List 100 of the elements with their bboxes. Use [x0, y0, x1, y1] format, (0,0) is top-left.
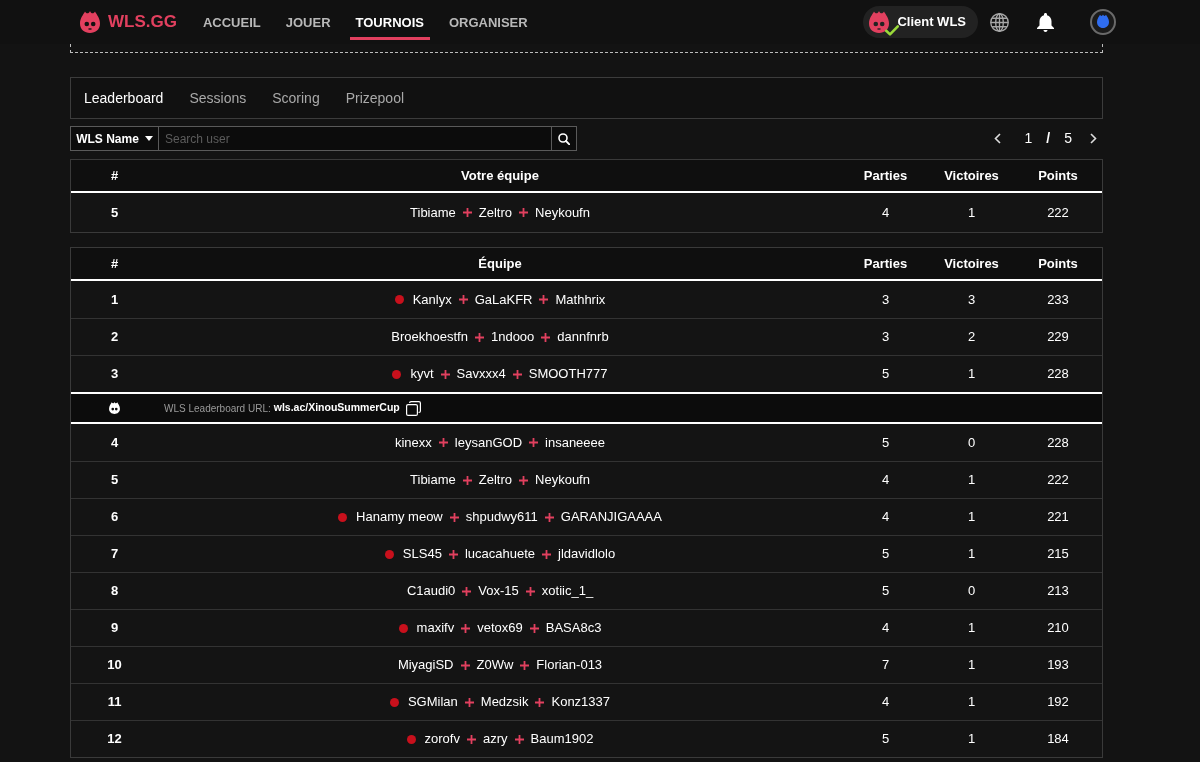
plus-icon [542, 549, 552, 559]
player-name: 1ndooo [490, 328, 535, 347]
player-name: Neykoufn [535, 203, 590, 222]
plus-icon [519, 475, 529, 485]
plus-icon [539, 295, 549, 304]
player-name: Baum1902 [530, 730, 594, 749]
column-header: Parties [863, 254, 908, 273]
wins-count: 1 [967, 545, 976, 564]
player-name: Medzsik [480, 693, 529, 712]
plus-icon [525, 586, 535, 596]
games-count: 3 [881, 328, 890, 347]
games-count: 4 [881, 619, 890, 638]
globe-icon[interactable] [990, 12, 1009, 32]
player-name: vetox69 [477, 619, 523, 638]
points-value: 193 [1047, 656, 1069, 675]
nav-link[interactable]: ACCUEIL [196, 9, 267, 40]
wins-count: 2 [967, 328, 976, 347]
games-count: 5 [881, 582, 890, 601]
tab[interactable]: Leaderboard [84, 87, 164, 109]
games-count: 5 [881, 730, 890, 749]
client-button[interactable]: Client WLS [863, 6, 978, 38]
wins-count: 1 [967, 656, 976, 675]
player-name: kinexx [394, 433, 432, 452]
games-count: 5 [881, 545, 890, 564]
nav-link[interactable]: TOURNOIS [349, 9, 430, 40]
player-name: SMOOTH777 [528, 365, 608, 384]
games-count: 4 [881, 693, 890, 712]
copy-icon [405, 400, 421, 416]
player-name: Tibiame [410, 203, 456, 222]
games-count: 4 [881, 508, 890, 527]
wins-count: 1 [967, 471, 976, 490]
chevron-right-icon [1090, 133, 1097, 144]
nav-link[interactable]: JOUER [279, 9, 337, 40]
avatar-icon[interactable] [1090, 9, 1116, 35]
bell-icon[interactable] [1037, 12, 1054, 32]
wins-count: 3 [967, 290, 976, 309]
search-button[interactable] [552, 126, 577, 151]
rank-number: 5 [110, 203, 119, 222]
wins-count: 0 [967, 433, 976, 452]
player-name: SLS45 [402, 545, 442, 564]
plus-icon [458, 295, 468, 304]
player-name: zorofv [424, 730, 460, 749]
column-header: Victoires [944, 166, 999, 185]
plus-icon [474, 332, 484, 342]
chevron-left-icon [993, 133, 1001, 144]
column-header: # [110, 166, 119, 185]
points-value: 222 [1047, 203, 1069, 222]
player-name: MiyagiSD [397, 656, 454, 675]
plus-icon [462, 208, 472, 217]
search-icon [558, 132, 570, 145]
search-field[interactable]: Search user [159, 126, 552, 151]
player-name: Tibiame [410, 471, 456, 490]
plus-icon [541, 332, 551, 342]
flame-logo-icon [869, 11, 890, 33]
tab[interactable]: Sessions [189, 87, 247, 109]
brand-name[interactable]: WLS.GG [108, 9, 177, 35]
wins-count: 1 [967, 619, 976, 638]
plus-icon [514, 734, 524, 744]
player-name: Neykoufn [535, 471, 590, 490]
plus-icon [466, 734, 476, 744]
player-name: dannfnrb [557, 328, 609, 347]
plus-icon [544, 512, 554, 522]
plus-icon [448, 549, 458, 559]
player-name: C1audi0 [406, 582, 456, 601]
player-name: lucacahuete [464, 545, 536, 564]
player-name: Savxxx4 [456, 365, 506, 384]
player-name: kyvt [410, 365, 434, 384]
filter-dropdown[interactable]: WLS Name [70, 126, 159, 151]
player-name: jldavidlolo [558, 545, 616, 564]
points-value: 215 [1047, 545, 1069, 564]
rank-number: 8 [110, 582, 119, 601]
nav-link[interactable]: ORGANISER [442, 9, 534, 40]
rank-number: 11 [107, 693, 122, 712]
wins-count: 1 [967, 730, 976, 749]
points-value: 228 [1047, 365, 1069, 384]
games-count: 3 [881, 290, 890, 309]
rank-number: 7 [110, 545, 119, 564]
copy-button[interactable] [405, 400, 421, 416]
points-value: 184 [1047, 730, 1069, 749]
leaderboard-url[interactable]: wls.ac/XinouSummerCup [273, 400, 400, 416]
column-header: Parties [863, 166, 908, 185]
column-header: Points [1038, 254, 1078, 273]
next-page-button[interactable] [1090, 133, 1097, 144]
plus-icon [519, 208, 529, 217]
rank-number: 6 [110, 508, 119, 527]
player-name: Zeltro [478, 203, 513, 222]
player-name: leysanGOD [454, 433, 523, 452]
previous-page-button[interactable] [993, 133, 1001, 144]
page-separator: / [1046, 129, 1051, 148]
column-header: Points [1038, 166, 1078, 185]
points-value: 221 [1047, 508, 1069, 527]
rank-number: 2 [110, 328, 119, 347]
player-name: azry [482, 730, 508, 749]
player-name: BASA8c3 [545, 619, 602, 638]
tab[interactable]: Scoring [272, 87, 320, 109]
player-name: GARANJIGAAAA [560, 508, 662, 527]
wins-count: 1 [967, 693, 976, 712]
tab[interactable]: Prizepool [345, 87, 405, 109]
points-value: 222 [1047, 471, 1069, 490]
wins-count: 1 [967, 203, 976, 222]
